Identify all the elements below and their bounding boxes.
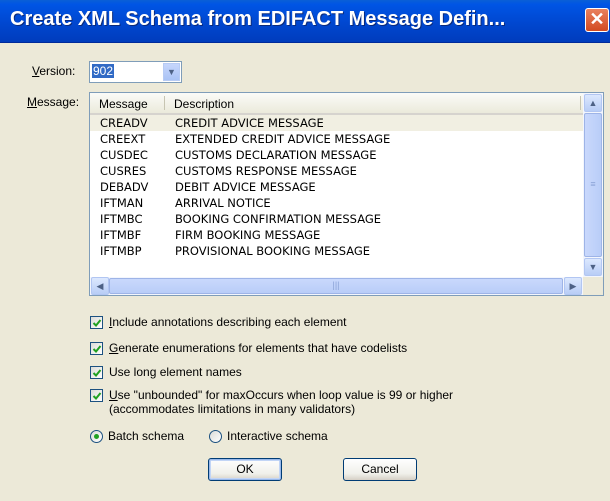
version-dropdown-button[interactable]: ▼ [163, 63, 180, 81]
scroll-corner [583, 277, 603, 295]
horizontal-scrollbar[interactable]: ◀ ||| ▶ [90, 277, 583, 295]
list-item[interactable]: CUSDEC CUSTOMS DECLARATION MESSAGE [90, 147, 583, 163]
version-value: 902 [92, 64, 115, 78]
horizontal-scroll-thumb[interactable]: ||| [109, 278, 563, 294]
column-header-message[interactable]: Message [99, 97, 148, 111]
interactive-schema-radio[interactable] [209, 430, 222, 443]
ok-button[interactable]: OK [208, 458, 282, 481]
list-item[interactable]: CREEXT EXTENDED CREDIT ADVICE MESSAGE [90, 131, 583, 147]
unbounded-label: Use "unbounded" for maxOccurs when loop … [109, 388, 454, 402]
cancel-button[interactable]: Cancel [343, 458, 417, 481]
title-bar: Create XML Schema from EDIFACT Message D… [0, 0, 610, 43]
checkmark-icon [92, 319, 102, 327]
list-header: Message Description [90, 93, 583, 115]
batch-schema-label: Batch schema [108, 429, 185, 443]
radio-selected-dot [94, 434, 99, 439]
generate-enumerations-label: Generate enumerations for elements that … [109, 341, 408, 355]
window-title: Create XML Schema from EDIFACT Message D… [10, 8, 506, 30]
close-icon: ✕ [589, 9, 605, 29]
grip-icon: ||| [332, 280, 340, 290]
list-item[interactable]: IFTMBP PROVISIONAL BOOKING MESSAGE [90, 243, 583, 259]
include-annotations-label: Include annotations describing each elem… [109, 315, 347, 329]
checkmark-icon [92, 345, 102, 353]
close-button[interactable]: ✕ [585, 8, 609, 32]
unbounded-note: (accommodates limitations in many valida… [109, 402, 356, 416]
list-item[interactable]: CREADV CREDIT ADVICE MESSAGE [90, 115, 583, 131]
scroll-right-button[interactable]: ▶ [564, 277, 582, 295]
grip-icon: ≡ [590, 179, 596, 189]
message-label: Message: [27, 95, 80, 109]
list-item[interactable]: CUSRES CUSTOMS RESPONSE MESSAGE [90, 163, 583, 179]
scroll-left-button[interactable]: ◀ [91, 277, 109, 295]
chevron-up-icon: ▲ [588, 98, 598, 108]
list-item[interactable]: DEBADV DEBIT ADVICE MESSAGE [90, 179, 583, 195]
chevron-down-icon: ▼ [167, 67, 176, 77]
list-item[interactable]: IFTMBF FIRM BOOKING MESSAGE [90, 227, 583, 243]
batch-schema-radio[interactable] [90, 430, 103, 443]
generate-enumerations-checkbox[interactable] [90, 342, 103, 355]
chevron-left-icon: ◀ [96, 281, 104, 291]
column-header-description[interactable]: Description [174, 97, 234, 111]
chevron-down-icon: ▼ [588, 262, 598, 272]
vertical-scroll-thumb[interactable]: ≡ [584, 113, 602, 257]
list-item[interactable]: IFTMAN ARRIVAL NOTICE [90, 195, 583, 211]
scroll-down-button[interactable]: ▼ [584, 258, 602, 276]
message-list[interactable]: Message Description CREADV CREDIT ADVICE… [89, 92, 604, 296]
list-item[interactable]: IFTMBC BOOKING CONFIRMATION MESSAGE [90, 211, 583, 227]
long-element-names-label: Use long element names [109, 365, 242, 379]
version-select[interactable]: 902 ▼ [89, 61, 182, 83]
checkmark-icon [92, 369, 102, 377]
column-separator[interactable] [580, 96, 581, 110]
version-label: Version: [32, 64, 76, 78]
vertical-scrollbar[interactable]: ▲ ≡ ▼ [583, 93, 603, 277]
checkmark-icon [92, 392, 102, 400]
interactive-schema-label: Interactive schema [227, 429, 328, 443]
chevron-right-icon: ▶ [569, 281, 577, 291]
unbounded-checkbox[interactable] [90, 389, 103, 402]
scroll-up-button[interactable]: ▲ [584, 94, 602, 112]
column-separator[interactable] [164, 96, 165, 110]
long-element-names-checkbox[interactable] [90, 366, 103, 379]
include-annotations-checkbox[interactable] [90, 316, 103, 329]
